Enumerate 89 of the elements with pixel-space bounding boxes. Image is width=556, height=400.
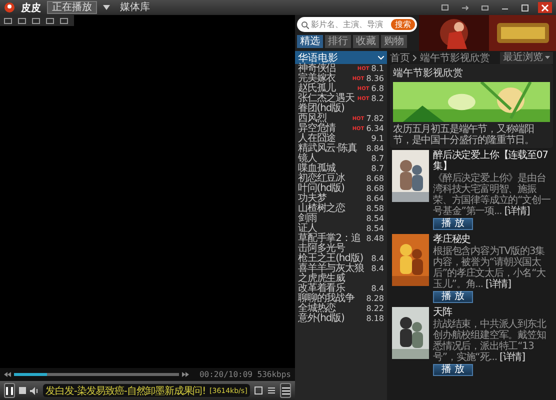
- movie-score: 8.1: [371, 64, 384, 74]
- play-button[interactable]: 播 放: [433, 218, 473, 230]
- stop-icon[interactable]: [18, 387, 26, 394]
- play-time: 00:20/10:09 536kbps: [199, 370, 291, 379]
- movie-title[interactable]: 异空危情: [298, 124, 350, 134]
- movie-title[interactable]: 改革着看乐: [298, 284, 370, 294]
- logo-icon: [4, 2, 15, 13]
- intro-text: 农历五月初五是端午节，又称端阳节，是中国十分盛行的隆重节日。: [393, 124, 536, 146]
- movie-title[interactable]: 剑雨: [298, 214, 364, 224]
- item-description: 抗战结束，中共派人到东北创办航校组建空军。戴笠知悉情况后，派出特工“13号”，实施“死... [详情]: [433, 319, 548, 363]
- movie-title[interactable]: 证人: [298, 224, 364, 234]
- breadcrumb-link[interactable]: 首页: [390, 51, 410, 64]
- recent-dropdown[interactable]: 最近浏览: [500, 52, 553, 64]
- movie-score: 9.1: [371, 134, 384, 144]
- nav-tab[interactable]: 购物: [381, 35, 407, 48]
- nav-tab[interactable]: 收藏: [353, 35, 379, 48]
- item-title[interactable]: 天阵: [433, 307, 551, 318]
- item-title[interactable]: 孝庄秘史: [433, 234, 551, 245]
- movie-title[interactable]: 西风烈: [298, 114, 350, 124]
- movie-title[interactable]: 完美嫁衣: [298, 74, 350, 84]
- movie-score: 8.54: [366, 224, 384, 234]
- movie-title[interactable]: 镜人: [298, 154, 370, 164]
- movie-title[interactable]: 意外(hd版): [298, 314, 364, 324]
- pause-button[interactable]: [4, 383, 15, 398]
- movie-score: 8.64: [366, 194, 384, 204]
- item-description: 根据包含内容为TV版的3集内容，被誉为“请朝兴国太后”的孝庄文太后，小名“大玉儿”。角... [详情]: [433, 246, 547, 290]
- search-button[interactable]: 搜索: [391, 19, 415, 30]
- search-icon: [301, 20, 309, 28]
- movie-score: 8.58: [366, 204, 384, 214]
- player-tab[interactable]: 正在播放: [47, 1, 97, 14]
- movie-title[interactable]: 喋血孤城: [298, 164, 370, 174]
- rewind-icon[interactable]: [4, 372, 11, 377]
- category-dropdown[interactable]: 华语电影: [295, 51, 387, 64]
- item-description: 《醉后决定爱上你》是由台湾科技大宅富明智、施振荣、方国律等成立的“文创一号基金”第一项... [详情]: [433, 173, 551, 217]
- movie-score: 8.18: [366, 314, 384, 324]
- movie-score: 8.28: [366, 294, 384, 304]
- movie-score: 8.7: [371, 154, 384, 164]
- movie-score: 8.48: [366, 234, 384, 244]
- movie-title[interactable]: 山楂树之恋: [298, 204, 364, 214]
- details-link[interactable]: [详情]: [504, 206, 530, 217]
- movie-score: 8.7: [371, 164, 384, 174]
- movie-title[interactable]: 赵氏孤儿: [298, 84, 356, 94]
- movie-title[interactable]: 精武风云·陈真: [298, 144, 364, 154]
- movie-score: 7.82: [366, 114, 384, 124]
- search-field[interactable]: 影片名、主演、导演 搜索: [297, 17, 417, 32]
- movie-score: 8.2: [371, 94, 384, 104]
- movie-title[interactable]: 初恋红豆冰: [298, 174, 364, 184]
- caret-icon: [545, 56, 550, 59]
- movie-score: 8.36: [366, 74, 384, 84]
- nav-tab[interactable]: 排行: [325, 35, 351, 48]
- movie-score: 8.84: [366, 144, 384, 154]
- movie-score: 8.68: [366, 174, 384, 184]
- movie-score: 8.4: [371, 284, 384, 294]
- movie-title[interactable]: 人在囧途: [298, 134, 370, 144]
- chevron-icon: [378, 56, 384, 60]
- breadcrumb-current: 端午节影视欣赏: [420, 52, 490, 64]
- play-button[interactable]: 播 放: [433, 291, 473, 303]
- movie-score: 8.4: [371, 254, 384, 264]
- item-title[interactable]: 醉后决定爱上你【连载至07集】: [433, 150, 551, 172]
- volume-icon[interactable]: [30, 386, 39, 394]
- movie-title[interactable]: 枪王之王(hd版): [298, 254, 370, 264]
- player-tab[interactable]: 媒体库: [116, 1, 154, 14]
- movie-title[interactable]: 张仁杰之遇天眷团(hd版): [298, 94, 356, 114]
- movie-title[interactable]: 全城热恋: [298, 304, 364, 314]
- movie-score: 8.22: [366, 304, 384, 314]
- playlist-button[interactable]: [280, 383, 291, 398]
- window-title: 皮皮: [21, 2, 41, 14]
- close-icon[interactable]: [538, 2, 552, 13]
- movie-title[interactable]: 功夫梦: [298, 194, 364, 204]
- chevron-icon: [413, 54, 417, 60]
- details-link[interactable]: [详情]: [500, 352, 525, 363]
- movie-title[interactable]: 聊聊的我战争: [298, 294, 364, 304]
- news-ticker[interactable]: 发白发-染发易致癌-自然卸墨新成果问!: [46, 384, 206, 398]
- caret-icon[interactable]: [103, 5, 110, 10]
- movie-score: 8.54: [366, 214, 384, 224]
- nav-tab[interactable]: 精选: [297, 35, 323, 48]
- details-link[interactable]: [详情]: [486, 279, 511, 290]
- movie-score: 8.4: [371, 264, 384, 274]
- play-button[interactable]: 播 放: [433, 364, 473, 376]
- forward-icon[interactable]: [182, 372, 189, 377]
- card-title: 端午节影视欣赏: [393, 66, 464, 80]
- movie-title[interactable]: 喜羊羊与灰太狼之虎虎生威: [298, 264, 370, 284]
- progress-track[interactable]: [14, 373, 179, 376]
- movie-title[interactable]: 叶问(hd版): [298, 184, 364, 194]
- movie-title[interactable]: 草配手掌2：追击阿多光号: [298, 234, 364, 254]
- movie-score: 8.68: [366, 184, 384, 194]
- movie-score: 6.34: [366, 124, 384, 134]
- movie-title[interactable]: 神奇侠侣: [298, 64, 356, 74]
- movie-score: 6.8: [371, 84, 384, 94]
